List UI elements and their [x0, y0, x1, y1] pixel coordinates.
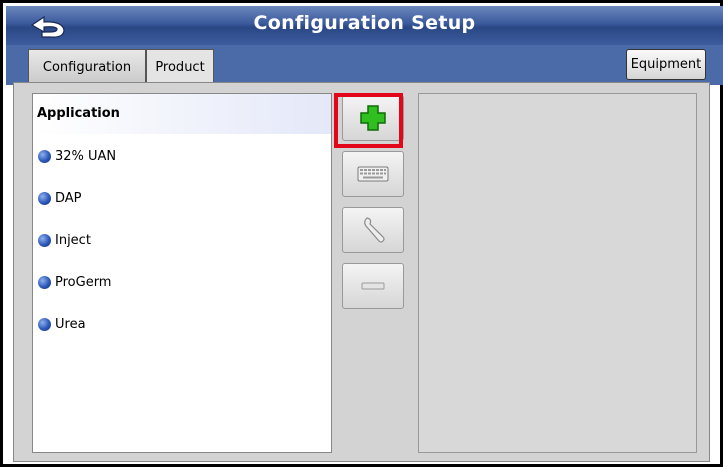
- edit-button[interactable]: [342, 207, 404, 253]
- list-item-label: 32% UAN: [55, 149, 117, 164]
- tab-product[interactable]: Product: [146, 49, 214, 86]
- list-item[interactable]: DAP: [33, 178, 331, 220]
- keyboard-button[interactable]: [342, 151, 404, 197]
- equipment-button[interactable]: Equipment: [626, 49, 706, 80]
- page-title: Configuration Setup: [253, 12, 476, 34]
- product-dot-icon: [38, 318, 51, 331]
- tab-strip: Configuration Product Equipment: [6, 45, 723, 86]
- list-item[interactable]: Urea: [33, 304, 331, 346]
- title-bar: Configuration Setup: [6, 6, 723, 45]
- keyboard-icon: [357, 166, 389, 182]
- wrench-icon: [364, 217, 385, 243]
- product-dot-icon: [38, 150, 51, 163]
- list-header-application[interactable]: Application: [33, 94, 331, 134]
- list-item-label: Inject: [55, 233, 91, 248]
- details-panel: [418, 93, 697, 453]
- product-dot-icon: [38, 234, 51, 247]
- add-button-highlight: [334, 93, 403, 148]
- remove-button[interactable]: [342, 263, 404, 309]
- list-item-label: DAP: [55, 191, 82, 206]
- list-item[interactable]: 32% UAN: [33, 136, 331, 178]
- remove-icon: [361, 282, 385, 290]
- product-dot-icon: [38, 192, 51, 205]
- product-dot-icon: [38, 276, 51, 289]
- list-item-label: Urea: [55, 317, 86, 332]
- tab-configuration[interactable]: Configuration: [28, 49, 146, 85]
- list-item[interactable]: ProGerm: [33, 262, 331, 304]
- list-item[interactable]: Inject: [33, 220, 331, 262]
- product-list: Application 32% UAN DAP Inject ProGerm U…: [32, 93, 332, 453]
- list-item-label: ProGerm: [55, 275, 112, 290]
